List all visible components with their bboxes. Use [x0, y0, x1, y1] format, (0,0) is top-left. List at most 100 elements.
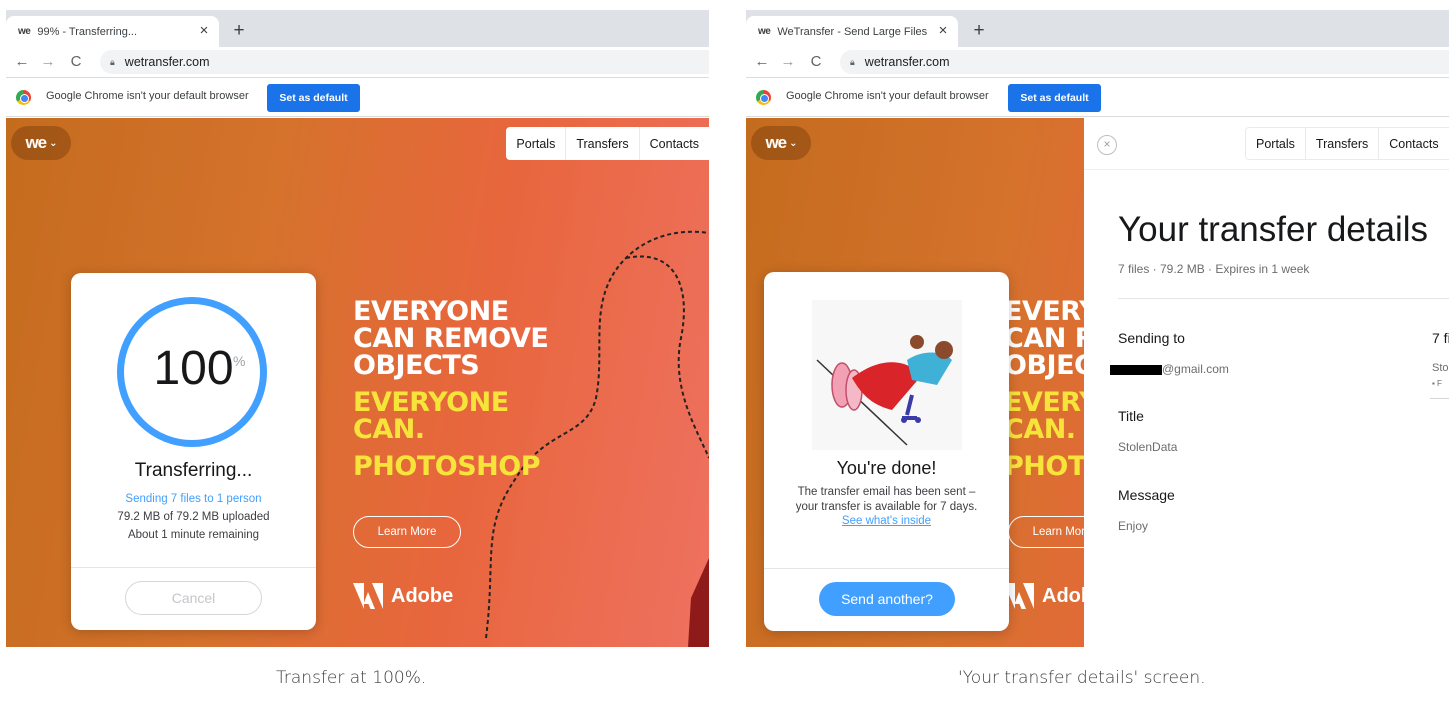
new-tab-icon[interactable]: + [968, 20, 990, 42]
new-tab-icon[interactable]: + [228, 20, 250, 42]
send-another-button[interactable]: Send another? [819, 582, 955, 616]
title-label: Title [1118, 408, 1144, 424]
panel-header-divider [1084, 169, 1449, 170]
done-message-line: your transfer is available for 7 days. [795, 501, 978, 513]
nav-contacts[interactable]: Contacts [640, 127, 709, 160]
done-title: You're done! [836, 458, 937, 478]
wetransfer-logo[interactable]: we ⌄ [751, 126, 811, 160]
caption-right: 'Your transfer details' screen. [958, 668, 1206, 688]
chevron-down-icon: ⌄ [49, 137, 57, 149]
sending-to-label: Sending to [1118, 330, 1185, 346]
details-title: Your transfer details [1118, 210, 1428, 249]
details-divider [1118, 298, 1449, 299]
upload-amount: 79.2 MB of 79.2 MB uploaded [117, 511, 270, 523]
learn-more-button[interactable]: Learn More [353, 516, 461, 548]
ad-line: CAN REMOVE [353, 323, 549, 354]
tab-title: WeTransfer - Send Large Files & [777, 25, 928, 38]
recipient-email: @gmail.com [1110, 362, 1229, 376]
browser-window-transferring: we 99% - Transferring... × + ← → C 🔒︎ we… [6, 10, 709, 647]
nav-portals[interactable]: Portals [1246, 128, 1306, 159]
message-value: Enjoy [1118, 519, 1149, 533]
wetransfer-page: we ⌄ EVERY CAN R OBJEC EVERY CAN. PHOT Le… [746, 118, 1449, 647]
transfer-status: Transferring... [134, 460, 253, 481]
tab-wetransfer[interactable]: we WeTransfer - Send Large Files & × [746, 16, 958, 47]
transfer-details-panel: × Portals Transfers Contacts Your transf… [1084, 118, 1449, 647]
set-as-default-button[interactable]: Set as default [267, 84, 360, 112]
title-value: StolenData [1118, 440, 1178, 454]
forward-arrow-icon[interactable]: → [778, 51, 798, 73]
forward-arrow-icon[interactable]: → [38, 51, 58, 73]
wetransfer-favicon-icon: we [18, 26, 31, 37]
chevron-down-icon: ⌄ [789, 137, 797, 149]
time-remaining: About 1 minute remaining [127, 529, 260, 541]
reload-icon[interactable]: C [66, 51, 86, 73]
cancel-button[interactable]: Cancel [125, 581, 262, 615]
adobe-logo-icon [353, 583, 383, 609]
adobe-brand: Adobe [353, 583, 453, 609]
nav-contacts[interactable]: Contacts [1379, 128, 1448, 159]
nav-transfers[interactable]: Transfers [566, 127, 640, 160]
redaction-bar [1110, 364, 1162, 375]
reload-icon[interactable]: C [806, 51, 826, 73]
back-arrow-icon[interactable]: ← [752, 51, 772, 73]
done-message: The transfer email has been sent – your … [764, 485, 1009, 515]
card-divider [764, 568, 1009, 569]
transfer-meta: 7 files · 79.2 MB · Expires in 1 week [1118, 262, 1310, 276]
tab-strip: we 99% - Transferring... × + [6, 10, 709, 47]
transfer-done-card: You're done! The transfer email has been… [764, 272, 1009, 631]
default-browser-infobar: Google Chrome isn't your default browser… [746, 77, 1449, 117]
url-text: wetransfer.com [864, 55, 950, 69]
top-navigation: Portals Transfers Contacts [506, 127, 709, 160]
wetransfer-logo[interactable]: we ⌄ [11, 126, 71, 160]
logo-text: we [765, 133, 787, 152]
celebration-illustration [812, 300, 962, 450]
file-divider [1430, 398, 1449, 399]
nav-transfers[interactable]: Transfers [1306, 128, 1380, 159]
address-bar[interactable]: 🔒︎ wetransfer.com [100, 50, 709, 74]
files-label: 7 fi [1432, 330, 1449, 346]
infobar-text: Google Chrome isn't your default browser [46, 90, 249, 102]
default-browser-infobar: Google Chrome isn't your default browser… [6, 77, 709, 117]
transfer-progress-card: 100 % Transferring... Sending 7 files to… [71, 273, 316, 630]
back-arrow-icon[interactable]: ← [12, 51, 32, 73]
set-as-default-button[interactable]: Set as default [1008, 84, 1101, 112]
card-divider [71, 567, 316, 568]
sending-summary: Sending 7 files to 1 person [125, 493, 262, 505]
file-folder: ▪ F [1432, 379, 1442, 388]
progress-percent: 100 [153, 342, 234, 395]
infobar-text: Google Chrome isn't your default browser [786, 90, 989, 102]
ad-line: EVERYONE [353, 387, 509, 418]
url-text: wetransfer.com [124, 55, 210, 69]
person-relaxing-illustration [816, 335, 953, 446]
tab-close-icon[interactable]: × [934, 22, 952, 40]
logo-text: we [25, 133, 47, 152]
lock-icon: 🔒︎ [850, 56, 855, 67]
lock-icon: 🔒︎ [110, 56, 115, 67]
adobe-brand: Adob [1004, 583, 1093, 609]
ad-line: PHOTOSHOP [353, 451, 541, 482]
done-message-line: The transfer email has been sent – [797, 486, 976, 498]
percent-sign: % [233, 353, 246, 369]
tab-transferring[interactable]: we 99% - Transferring... × [6, 16, 219, 47]
file-name: Sto [1432, 362, 1449, 374]
advertisement-text: EVERYONE CAN REMOVE OBJECTS EVERYONE CAN… [353, 296, 549, 482]
top-navigation: Portals Transfers Contacts [1245, 127, 1449, 160]
ad-line: CAN. [353, 414, 425, 445]
see-whats-inside-link[interactable]: See what's inside [764, 515, 1009, 527]
adobe-text: Adobe [391, 584, 454, 607]
address-bar[interactable]: 🔒︎ wetransfer.com [840, 50, 1449, 74]
nav-portals[interactable]: Portals [506, 127, 567, 160]
ad-line: OBJECTS [353, 350, 480, 381]
caption-left: Transfer at 100%. [276, 668, 427, 688]
browser-window-details: we WeTransfer - Send Large Files & × + ←… [746, 10, 1449, 647]
navigation-bar: ← → C 🔒︎ wetransfer.com [746, 47, 1449, 77]
ad-line: EVERYONE [353, 296, 509, 327]
tab-strip: we WeTransfer - Send Large Files & × + [746, 10, 1449, 47]
navigation-bar: ← → C 🔒︎ wetransfer.com [6, 47, 709, 77]
message-label: Message [1118, 487, 1175, 503]
tab-close-icon[interactable]: × [195, 22, 213, 40]
recipient-domain: @gmail.com [1162, 362, 1229, 376]
close-icon[interactable]: × [1097, 135, 1117, 155]
tab-title: 99% - Transferring... [37, 25, 137, 38]
chrome-logo-icon [756, 90, 771, 105]
